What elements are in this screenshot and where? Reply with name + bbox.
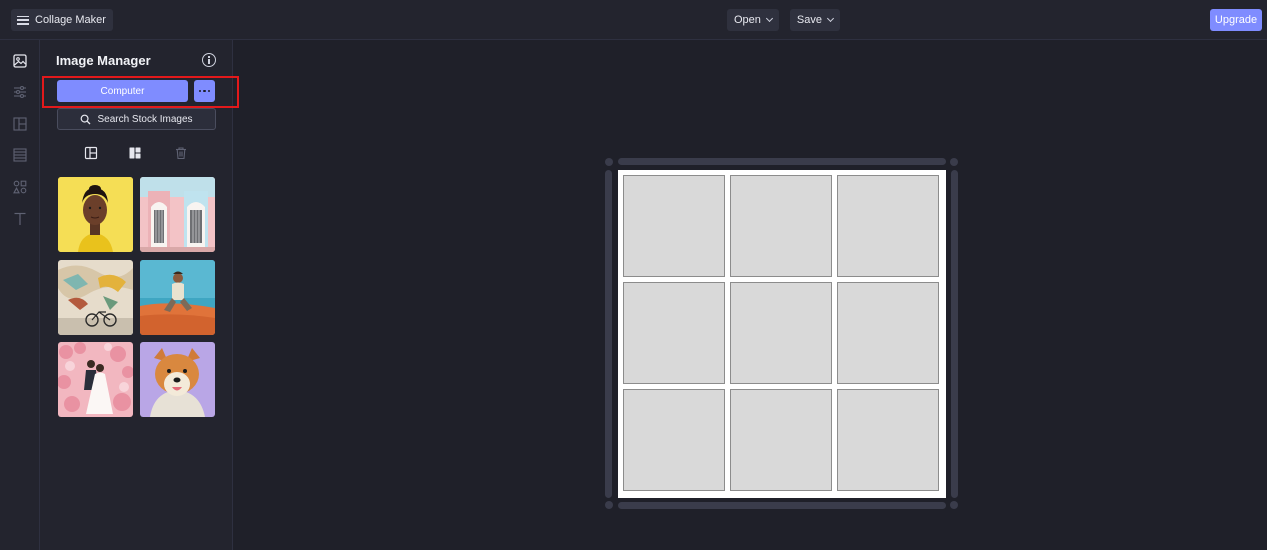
collage-cell[interactable] <box>730 282 832 384</box>
chevron-down-icon <box>826 14 835 23</box>
upgrade-button[interactable]: Upgrade <box>1210 9 1262 31</box>
adjustments-icon[interactable] <box>12 84 28 100</box>
image-thumbnail[interactable] <box>140 260 215 335</box>
image-thumbnail[interactable] <box>58 342 133 417</box>
collage-cell[interactable] <box>623 175 725 277</box>
save-dropdown[interactable]: Save <box>789 9 840 31</box>
left-resize-handle[interactable] <box>605 170 612 498</box>
image-thumbnail[interactable] <box>140 177 215 252</box>
collage-cell[interactable] <box>837 175 939 277</box>
corner-handle[interactable] <box>605 501 613 509</box>
bottom-resize-handle[interactable] <box>618 502 946 509</box>
save-label: Save <box>796 14 822 26</box>
collage-cell[interactable] <box>837 282 939 384</box>
shapes-icon[interactable] <box>12 179 28 195</box>
collage-cell[interactable] <box>623 282 725 384</box>
info-icon[interactable] <box>202 53 216 67</box>
corner-handle[interactable] <box>950 501 958 509</box>
app-title: Collage Maker <box>35 14 106 26</box>
image-thumbnail[interactable] <box>140 342 215 417</box>
background-icon[interactable] <box>12 147 28 163</box>
trash-icon[interactable] <box>174 146 188 160</box>
open-dropdown[interactable]: Open <box>727 9 779 31</box>
add-to-layout-icon[interactable] <box>84 146 98 160</box>
top-resize-handle[interactable] <box>618 158 946 165</box>
more-options-button[interactable] <box>194 80 215 102</box>
chevron-down-icon <box>765 14 773 23</box>
image-manager-panel: Image Manager Computer Search Stock Imag… <box>40 40 239 550</box>
search-stock-label: Search Stock Images <box>97 113 193 125</box>
text-icon[interactable] <box>12 211 28 227</box>
open-label: Open <box>734 14 761 26</box>
collage-cell[interactable] <box>623 389 725 491</box>
image-icon[interactable] <box>12 53 28 69</box>
search-stock-images-button[interactable]: Search Stock Images <box>57 108 216 130</box>
app-menu-button[interactable]: Collage Maker <box>11 9 113 31</box>
collage-cell[interactable] <box>837 389 939 491</box>
layout-icon[interactable] <box>12 116 28 132</box>
collage-cell[interactable] <box>730 175 832 277</box>
image-thumbnail[interactable] <box>58 260 133 335</box>
right-resize-handle[interactable] <box>951 170 958 498</box>
panel-title: Image Manager <box>56 53 151 68</box>
corner-handle[interactable] <box>950 158 958 166</box>
ellipsis-icon <box>198 89 202 93</box>
collage-grid <box>618 170 946 498</box>
hamburger-icon <box>17 15 29 25</box>
file-actions: Open Save <box>727 9 840 31</box>
collage-canvas <box>604 157 959 510</box>
top-bar: Collage Maker Open Save Upgrade <box>0 0 1267 40</box>
search-icon <box>81 114 91 124</box>
corner-handle[interactable] <box>605 158 613 166</box>
collage-cell[interactable] <box>730 389 832 491</box>
image-thumbnail[interactable] <box>58 177 133 252</box>
auto-fill-icon[interactable] <box>128 146 142 160</box>
tool-rail <box>0 40 40 550</box>
upload-computer-button[interactable]: Computer <box>57 80 188 102</box>
